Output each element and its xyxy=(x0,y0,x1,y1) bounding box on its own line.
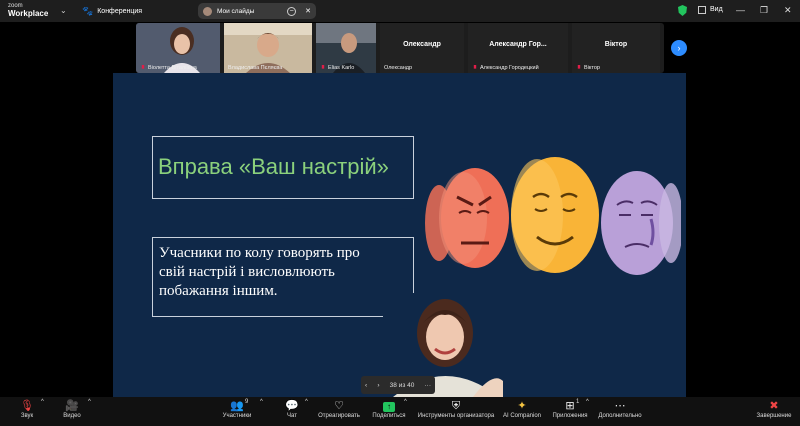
react-button[interactable]: ♡ Отреагировать xyxy=(318,399,360,419)
minimize-window-icon[interactable]: — xyxy=(736,5,745,15)
muted-mic-icon xyxy=(321,65,325,69)
muted-mic-icon xyxy=(577,65,581,69)
view-button[interactable]: Вид xyxy=(698,6,723,14)
participant-tile[interactable]: Віолетта Віталіївна xyxy=(136,23,220,73)
logo-top-text: zoom xyxy=(8,3,23,9)
participant-name: Віолетта Віталіївна xyxy=(140,65,197,71)
logo-bottom-text: Workplace xyxy=(8,9,49,18)
video-camera-icon: 🎥 xyxy=(65,400,79,412)
share-button[interactable]: ↑ Поделиться xyxy=(370,399,408,419)
minimize-icon[interactable]: − xyxy=(287,6,297,16)
participant-display-name: Александр Гор... xyxy=(489,41,547,48)
next-slide-icon[interactable]: › xyxy=(377,382,379,389)
chat-icon: 💬 xyxy=(285,400,299,412)
end-call-icon: ✖ xyxy=(769,400,779,412)
video-options-chevron[interactable]: ^ xyxy=(88,399,91,405)
slide-page-indicator: 38 из 40 xyxy=(389,381,415,389)
heart-icon: ♡ xyxy=(334,400,344,412)
host-tools-button[interactable]: ⛨ Инструменты организатора xyxy=(416,399,496,419)
slide-body-box: Учасники по колу говорять про свій настр… xyxy=(152,237,414,317)
meeting-info-button[interactable]: 🐾 Конференция xyxy=(82,6,142,17)
slide-title-box: Вправа «Ваш настрій» xyxy=(152,136,414,199)
participant-display-name: Віктор xyxy=(604,41,628,48)
audio-options-chevron[interactable]: ^ xyxy=(41,399,44,405)
share-screen-icon: ↑ xyxy=(370,399,408,413)
title-bar: zoom Workplace ⌄ 🐾 Конференция Мои слайд… xyxy=(0,0,800,22)
slide-title: Вправа «Ваш настрій» xyxy=(158,154,389,179)
ai-companion-button[interactable]: ✦ AI Companion xyxy=(502,399,542,419)
sparkle-icon: ✦ xyxy=(517,400,527,412)
muted-mic-icon xyxy=(141,65,145,69)
participants-icon: 👥 xyxy=(230,400,244,412)
participant-name: Elias Karlo xyxy=(320,65,354,71)
participant-name: Віктор xyxy=(576,65,600,71)
paw-icon: 🐾 xyxy=(82,6,94,16)
participant-name: Владислава Пєляєва xyxy=(228,65,283,71)
participants-button[interactable]: 👥 Участники xyxy=(220,399,254,419)
audio-button[interactable]: 🎙 Звук xyxy=(16,399,38,419)
encryption-shield-icon[interactable] xyxy=(678,5,687,16)
muted-mic-icon xyxy=(473,65,477,69)
more-options-icon[interactable]: ··· xyxy=(425,382,432,389)
slide-body-line: Учасники по колу говорять про xyxy=(159,245,360,261)
more-button[interactable]: ⋯ Дополнительно xyxy=(597,399,643,419)
participants-count: 9 xyxy=(245,399,249,405)
slide-navigation[interactable]: ‹ › 38 из 40 ··· xyxy=(361,376,435,394)
participant-tile-no-video[interactable]: Олександр Олександр xyxy=(380,23,464,73)
chevron-down-icon[interactable]: ⌄ xyxy=(60,6,67,15)
share-control-pill[interactable]: Мои слайды − ✕ xyxy=(198,3,316,19)
participant-name: Александр Городецкий xyxy=(472,65,539,71)
prev-slide-icon[interactable]: ‹ xyxy=(365,382,367,389)
participant-tile[interactable]: Elias Karlo xyxy=(316,23,376,73)
more-dots-icon: ⋯ xyxy=(614,400,626,412)
video-button[interactable]: 🎥 Видео xyxy=(60,399,84,419)
chat-button[interactable]: 💬 Чат xyxy=(282,399,302,419)
apps-options-chevron[interactable]: ^ xyxy=(586,399,589,405)
slide-body-line: свій настрій і висловлюють xyxy=(159,264,335,280)
close-icon[interactable]: ✕ xyxy=(305,7,311,15)
grid-icon xyxy=(698,6,706,14)
emotion-masks-illustration xyxy=(425,157,681,275)
share-options-chevron[interactable]: ^ xyxy=(404,399,407,405)
restore-window-icon[interactable]: ❐ xyxy=(760,5,768,16)
view-label: Вид xyxy=(710,6,723,13)
meeting-label: Конференция xyxy=(97,8,143,15)
shield-icon: ⛨ xyxy=(451,400,461,412)
meeting-toolbar: 🎙 Звук ^ 🎥 Видео ^ 👥 Участники 9 ^ 💬 Чат… xyxy=(0,397,800,426)
participant-gallery-strip: Віолетта Віталіївна Владислава Пєляєва E… xyxy=(136,23,664,73)
share-pill-label: Мои слайды xyxy=(217,7,255,15)
end-meeting-button[interactable]: ✖ Завершение xyxy=(755,399,793,419)
participant-tile-no-video[interactable]: Александр Гор... Александр Городецкий xyxy=(468,23,568,73)
close-window-icon[interactable]: ✕ xyxy=(784,5,792,16)
participant-display-name: Олександр xyxy=(403,41,441,48)
participant-tile-no-video[interactable]: Віктор Віктор xyxy=(572,23,660,73)
participants-options-chevron[interactable]: ^ xyxy=(260,399,263,405)
next-page-button[interactable]: › xyxy=(671,40,687,56)
shared-slide: Вправа «Ваш настрій» Учасники по колу го… xyxy=(113,73,686,397)
apps-button[interactable]: ⊞ Приложения xyxy=(550,399,590,419)
avatar xyxy=(203,6,212,16)
zoom-logo: zoom Workplace xyxy=(8,2,48,18)
slide-body-line: побажання іншим. xyxy=(159,283,278,299)
apps-grid-icon: ⊞ xyxy=(565,400,575,412)
muted-mic-icon: 🎙 xyxy=(20,400,34,412)
participant-tile-active[interactable]: Владислава Пєляєва xyxy=(224,23,312,73)
participant-name: Олександр xyxy=(384,65,413,71)
apps-count: 1 xyxy=(576,399,580,405)
chat-options-chevron[interactable]: ^ xyxy=(305,399,308,405)
